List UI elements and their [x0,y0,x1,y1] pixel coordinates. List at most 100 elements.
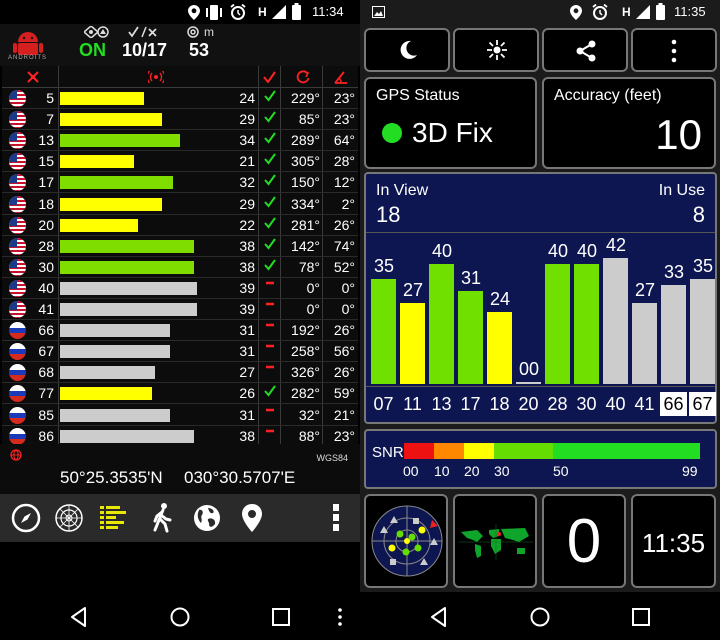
battery-icon [656,3,665,20]
more-options-button[interactable] [631,28,717,72]
moon-icon [400,40,417,59]
signal-value: 38 [239,237,255,254]
signal-bar [60,408,170,422]
elevation-value: 23° [333,90,355,106]
alarm-icon [592,4,608,20]
azimuth-value: 305° [291,153,320,170]
signal-bar [60,239,194,253]
signal-bar [60,281,197,295]
in-view-count: 18 [376,202,401,227]
used-check-icon [261,216,279,232]
satellite-prn: 77 [38,385,54,402]
snr-bar [574,264,599,384]
azimuth-value: 258° [291,343,320,360]
home-icon[interactable] [169,606,191,628]
us-flag-icon [9,153,26,171]
sky-view-tile[interactable] [364,494,448,588]
nav-menu-icon[interactable] [330,606,350,628]
snr-bar-prn: 40 [605,394,626,414]
russia-flag-icon [9,322,26,340]
fix-count-tile: 0 [542,494,626,588]
satellite-prn: 66 [38,322,54,339]
signal-bar [60,176,173,190]
night-mode-button[interactable] [364,28,450,72]
satellite-prn: 41 [38,301,54,317]
not-used-dash-icon [261,342,279,358]
satellite-prn: 86 [38,427,54,444]
satellite-header-icon [27,71,39,83]
status-time: 11:34 [312,4,344,19]
elevation-value: 56° [333,343,355,360]
snr-bar [690,279,715,384]
us-flag-icon [9,132,26,150]
signal-value: 38 [239,427,255,444]
signal-bar [60,134,180,148]
compass-icon[interactable] [10,502,42,534]
elevation-value: 64° [333,132,355,149]
signal-value: 38 [239,258,255,275]
used-header-icon [263,71,276,83]
used-check-icon [261,237,279,253]
snr-bar-prn: 13 [431,394,452,414]
snr-tick: 50 [553,463,569,479]
signal-bar [60,387,152,401]
azimuth-value: 0° [306,279,320,296]
recents-icon[interactable] [630,606,652,628]
elevation-value: 12° [333,174,355,191]
home-icon[interactable] [529,606,551,628]
elevation-value: 0° [341,301,355,317]
table-row: 17 32 150° 12° [2,172,358,194]
snr-tick: 00 [403,463,419,479]
table-header [2,66,358,88]
walking-icon[interactable] [146,502,178,534]
left-screen: H 11:34 ANDROITS ON 10/17 m 53 5 24 229°… [0,0,360,640]
snr-bar-prn: 18 [489,394,510,414]
fix-status-value: ON [79,40,106,60]
table-row: 28 38 142° 74° [2,236,358,257]
snr-bar-value: 35 [692,256,714,276]
map-pin-icon[interactable] [236,502,268,534]
not-used-dash-icon [261,321,279,337]
snr-bar [487,312,512,384]
table-row: 85 31 32° 21° [2,405,358,426]
snr-bar-value: 33 [663,262,685,282]
back-icon[interactable] [68,606,90,628]
used-check-icon [261,89,279,105]
snr-bar-value: 35 [373,256,395,276]
back-icon[interactable] [428,606,450,628]
accuracy-unit: m [204,25,214,39]
not-used-dash-icon [261,363,279,379]
vibrate-icon [206,5,222,20]
share-icon [576,40,596,62]
snr-label: SNR [372,444,404,461]
azimuth-value: 78° [298,258,320,275]
snr-tick: 30 [494,463,510,479]
battery-icon [292,3,301,20]
network-type-label: H [622,5,631,19]
signal-value: 29 [239,195,255,212]
recents-icon[interactable] [270,606,292,628]
longitude: 030°30.5707'E [184,468,296,487]
elevation-value: 59° [333,385,355,402]
satellite-table: 5 24 229° 23° 7 29 85° 23° 13 34 289° 64° 15 21 305° 28… [2,66,358,447]
snr-bar-prn: 67 [689,392,716,416]
snr-bar [458,291,483,384]
brightness-button[interactable] [453,28,539,72]
us-flag-icon [9,237,26,255]
location-icon [188,5,200,20]
signal-bar [60,155,134,169]
status-bar: H 11:34 [0,0,360,24]
world-map-tile[interactable] [453,494,537,588]
signal-value: 27 [239,364,255,381]
russia-flag-icon [9,406,26,424]
elevation-value: 0° [341,279,355,296]
overflow-menu-icon[interactable] [320,502,352,534]
signal-bars-icon[interactable] [98,502,130,534]
satellite-prn: 20 [38,216,54,233]
radar-icon[interactable] [53,502,85,534]
globe-icon[interactable] [191,502,223,534]
us-flag-icon [9,258,26,276]
share-button[interactable] [542,28,628,72]
table-row: 5 24 229° 23° [2,88,358,109]
satellite-prn: 17 [38,174,54,191]
